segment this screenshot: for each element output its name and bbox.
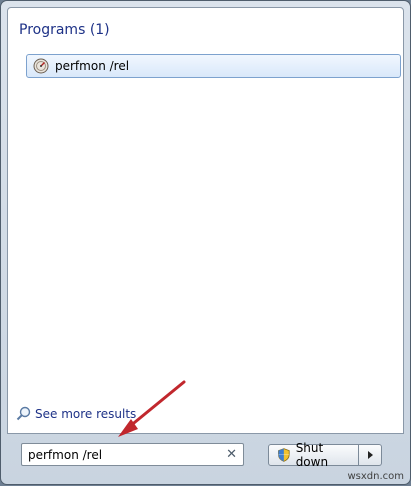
shutdown-label: Shut down [295,441,329,469]
shutdown-button[interactable]: Shut down [268,441,359,469]
uac-shield-icon [278,448,290,462]
see-more-results-label: See more results [35,406,137,421]
result-item-label: perfmon /rel [55,59,130,73]
search-icon [16,406,31,421]
watermark: wsxdn.com [347,471,404,482]
search-results-panel: Programs (1) perfmon /rel [7,7,404,434]
power-controls: Shut down [268,441,382,469]
see-more-results-link[interactable]: See more results [16,406,136,421]
start-menu: Programs (1) perfmon /rel See more resul… [0,0,411,485]
result-item-perfmon[interactable]: perfmon /rel [26,54,401,78]
triangle-right-icon [367,451,373,459]
programs-section-header: Programs (1) [19,22,110,38]
search-box: ✕ [21,443,244,466]
performance-monitor-icon [33,58,49,74]
search-input[interactable] [22,445,218,464]
clear-search-icon[interactable]: ✕ [226,447,237,462]
shutdown-options-button[interactable] [359,444,382,466]
